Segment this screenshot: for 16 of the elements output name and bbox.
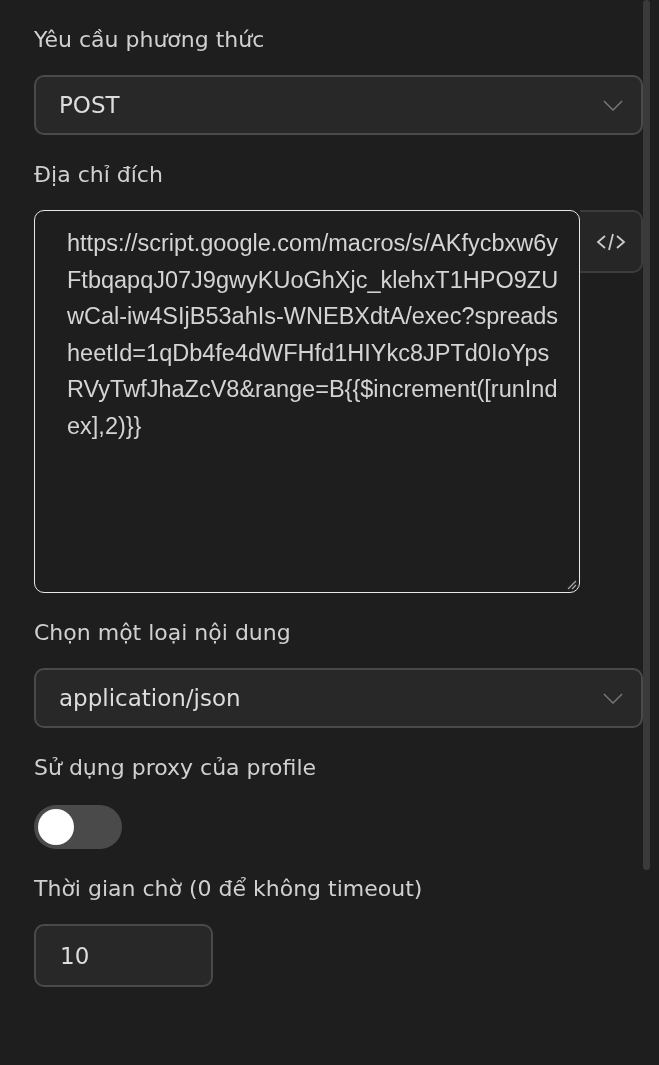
scrollbar-thumb[interactable] <box>643 0 650 870</box>
proxy-toggle[interactable] <box>34 805 122 849</box>
method-select[interactable]: POST <box>34 75 643 135</box>
resize-handle-icon <box>565 578 577 590</box>
timeout-input[interactable]: 10 <box>34 924 213 987</box>
chevron-down-icon <box>603 692 623 704</box>
field-label: Địa chỉ đích <box>34 161 164 189</box>
field-label: Sử dụng proxy của profile <box>34 754 318 782</box>
code-button[interactable] <box>580 210 643 273</box>
code-icon <box>595 231 626 252</box>
field-label: Yêu cầu phương thức <box>34 26 266 54</box>
chevron-down-icon <box>603 99 623 111</box>
field-label: Chọn một loại nội dung <box>34 619 292 647</box>
url-textarea[interactable]: https://script.google.com/macros/s/AKfycbxw6yFtbqapqJ07J9gwyKUoGhXjc_klehxT1HPO9ZUwCal-iw4SIjB53ahIs-WNEBXdtA/exec?spreadsheetId=1qDb4fe4dWFHfd1HIYkc8JPTd0IoYpsRVyTwfJhaZcV8&range=B{{$increment([runIndex],2)}} <box>34 210 580 593</box>
field-label: Thời gian chờ (0 để không timeout) <box>34 875 424 903</box>
content-type-select[interactable]: application/json <box>34 668 643 728</box>
